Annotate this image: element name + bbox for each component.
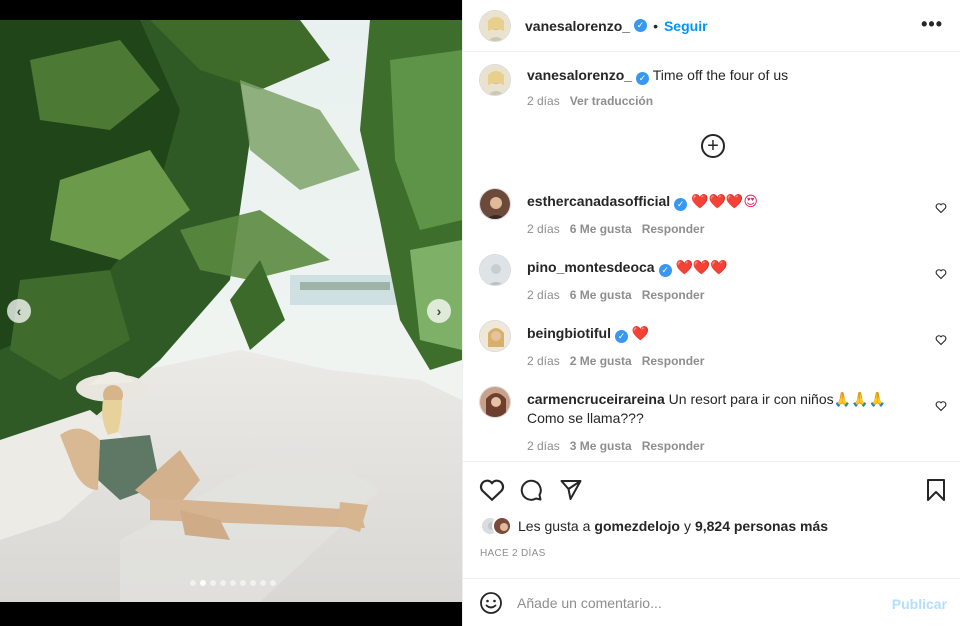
comment-bubble-icon[interactable] <box>519 478 543 502</box>
like-heart-icon[interactable] <box>479 478 505 502</box>
post-caption: vanesalorenzo_ ✓ Time off the four of us … <box>479 64 949 108</box>
verified-badge-icon: ✓ <box>636 72 650 85</box>
comment-age: 2 días <box>527 288 560 302</box>
add-comment-bar: Añade un comentario... Publicar <box>463 578 960 626</box>
commenter-username[interactable]: pino_montesdeoca <box>527 259 655 275</box>
translate-link[interactable]: Ver traducción <box>570 94 653 108</box>
verified-badge-icon: ✓ <box>614 330 628 343</box>
commenter-avatar[interactable] <box>479 386 511 418</box>
emoji-picker-icon[interactable] <box>479 591 503 615</box>
commenter-username[interactable]: beingbiotiful <box>527 325 611 341</box>
caption-username[interactable]: vanesalorenzo_ <box>527 67 632 83</box>
carousel-dot <box>270 580 276 586</box>
comment-age: 2 días <box>527 222 560 236</box>
carousel-dot <box>210 580 216 586</box>
reply-button[interactable]: Responder <box>642 222 705 236</box>
comment-likes-count[interactable]: 6 Me gusta <box>570 288 632 302</box>
commenter-avatar[interactable] <box>479 188 511 220</box>
post-actions-bar <box>463 461 960 513</box>
load-more-comments-icon[interactable]: + <box>701 134 725 158</box>
like-comment-heart-icon[interactable] <box>935 268 947 280</box>
commenter-username[interactable]: esthercanadasofficial <box>527 193 670 209</box>
comment-likes-count[interactable]: 3 Me gusta <box>570 439 632 453</box>
caption-text: Time off the four of us <box>652 67 789 83</box>
carousel-dot <box>200 580 206 586</box>
carousel-dot <box>240 580 246 586</box>
carousel-dot <box>230 580 236 586</box>
verified-badge-icon: ✓ <box>634 19 648 32</box>
carousel-dot <box>260 580 266 586</box>
comment-input[interactable]: Añade un comentario... <box>517 595 662 611</box>
save-bookmark-icon[interactable] <box>925 478 947 502</box>
like-comment-heart-icon[interactable] <box>935 334 947 346</box>
publish-button[interactable]: Publicar <box>892 596 947 612</box>
carousel-dot <box>250 580 256 586</box>
comment-age: 2 días <box>527 439 560 453</box>
comment-item: carmencruceirareina Un resort para ir co… <box>479 386 949 456</box>
post-media: ‹ › <box>0 0 462 626</box>
carousel-dot <box>220 580 226 586</box>
caption-age: 2 días <box>527 94 560 108</box>
previous-slide-button[interactable]: ‹ <box>7 299 31 323</box>
post-timestamp[interactable]: HACE 2 DÍAS <box>480 548 546 559</box>
likes-summary[interactable]: Les gusta a gomezdelojo y 9,824 personas… <box>480 516 828 536</box>
share-paper-plane-icon[interactable] <box>559 478 583 502</box>
commenter-username[interactable]: carmencruceirareina <box>527 391 665 407</box>
follow-button[interactable]: Seguir <box>664 18 708 34</box>
likes-prefix: Les gusta a <box>518 518 591 534</box>
post-details-panel: vanesalorenzo_ ✓ • Seguir ••• vanesalore… <box>462 0 960 626</box>
beach-photo <box>0 20 462 602</box>
comment-age: 2 días <box>527 354 560 368</box>
comment-item: beingbiotiful ✓ ❤️ 2 días 2 Me gusta Respon… <box>479 320 949 371</box>
caption-author-avatar[interactable] <box>479 64 511 96</box>
comment-likes-count[interactable]: 6 Me gusta <box>570 222 632 236</box>
reply-button[interactable]: Responder <box>642 354 705 368</box>
comment-item: esthercanadasofficial ✓ ❤️❤️❤️😍 2 días 6 M… <box>479 188 949 239</box>
separator-dot: • <box>653 17 658 34</box>
author-username[interactable]: vanesalorenzo_ <box>525 18 630 34</box>
author-avatar[interactable] <box>479 9 511 42</box>
comment-likes-count[interactable]: 2 Me gusta <box>570 354 632 368</box>
reply-button[interactable]: Responder <box>642 288 705 302</box>
carousel-indicator <box>0 580 462 586</box>
others-likes-count[interactable]: 9,824 personas más <box>695 518 828 534</box>
commenter-avatar[interactable] <box>479 254 511 286</box>
liker-avatar <box>492 516 512 536</box>
like-comment-heart-icon[interactable] <box>935 400 947 412</box>
post-dialog: ‹ › vanesalorenzo_ ✓ • Seguir ••• vanesa <box>0 0 960 626</box>
verified-badge-icon: ✓ <box>658 264 672 277</box>
comment-text: ❤️ <box>631 325 650 341</box>
more-options-icon[interactable]: ••• <box>921 14 943 35</box>
comment-item: pino_montesdeoca ✓ ❤️❤️❤️ 2 días 6 Me gust… <box>479 254 949 305</box>
comment-text: ❤️❤️❤️ <box>675 259 728 275</box>
next-slide-button[interactable]: › <box>427 299 451 323</box>
verified-badge-icon: ✓ <box>674 198 688 211</box>
post-photo <box>0 20 462 602</box>
comment-text: ❤️❤️❤️😍 <box>691 193 758 209</box>
like-comment-heart-icon[interactable] <box>935 202 947 214</box>
commenter-avatar[interactable] <box>479 320 511 352</box>
likes-joiner: y <box>683 518 691 534</box>
carousel-dot <box>190 580 196 586</box>
reply-button[interactable]: Responder <box>642 439 705 453</box>
liker-username[interactable]: gomezdelojo <box>594 518 680 534</box>
post-header: vanesalorenzo_ ✓ • Seguir ••• <box>463 0 960 52</box>
